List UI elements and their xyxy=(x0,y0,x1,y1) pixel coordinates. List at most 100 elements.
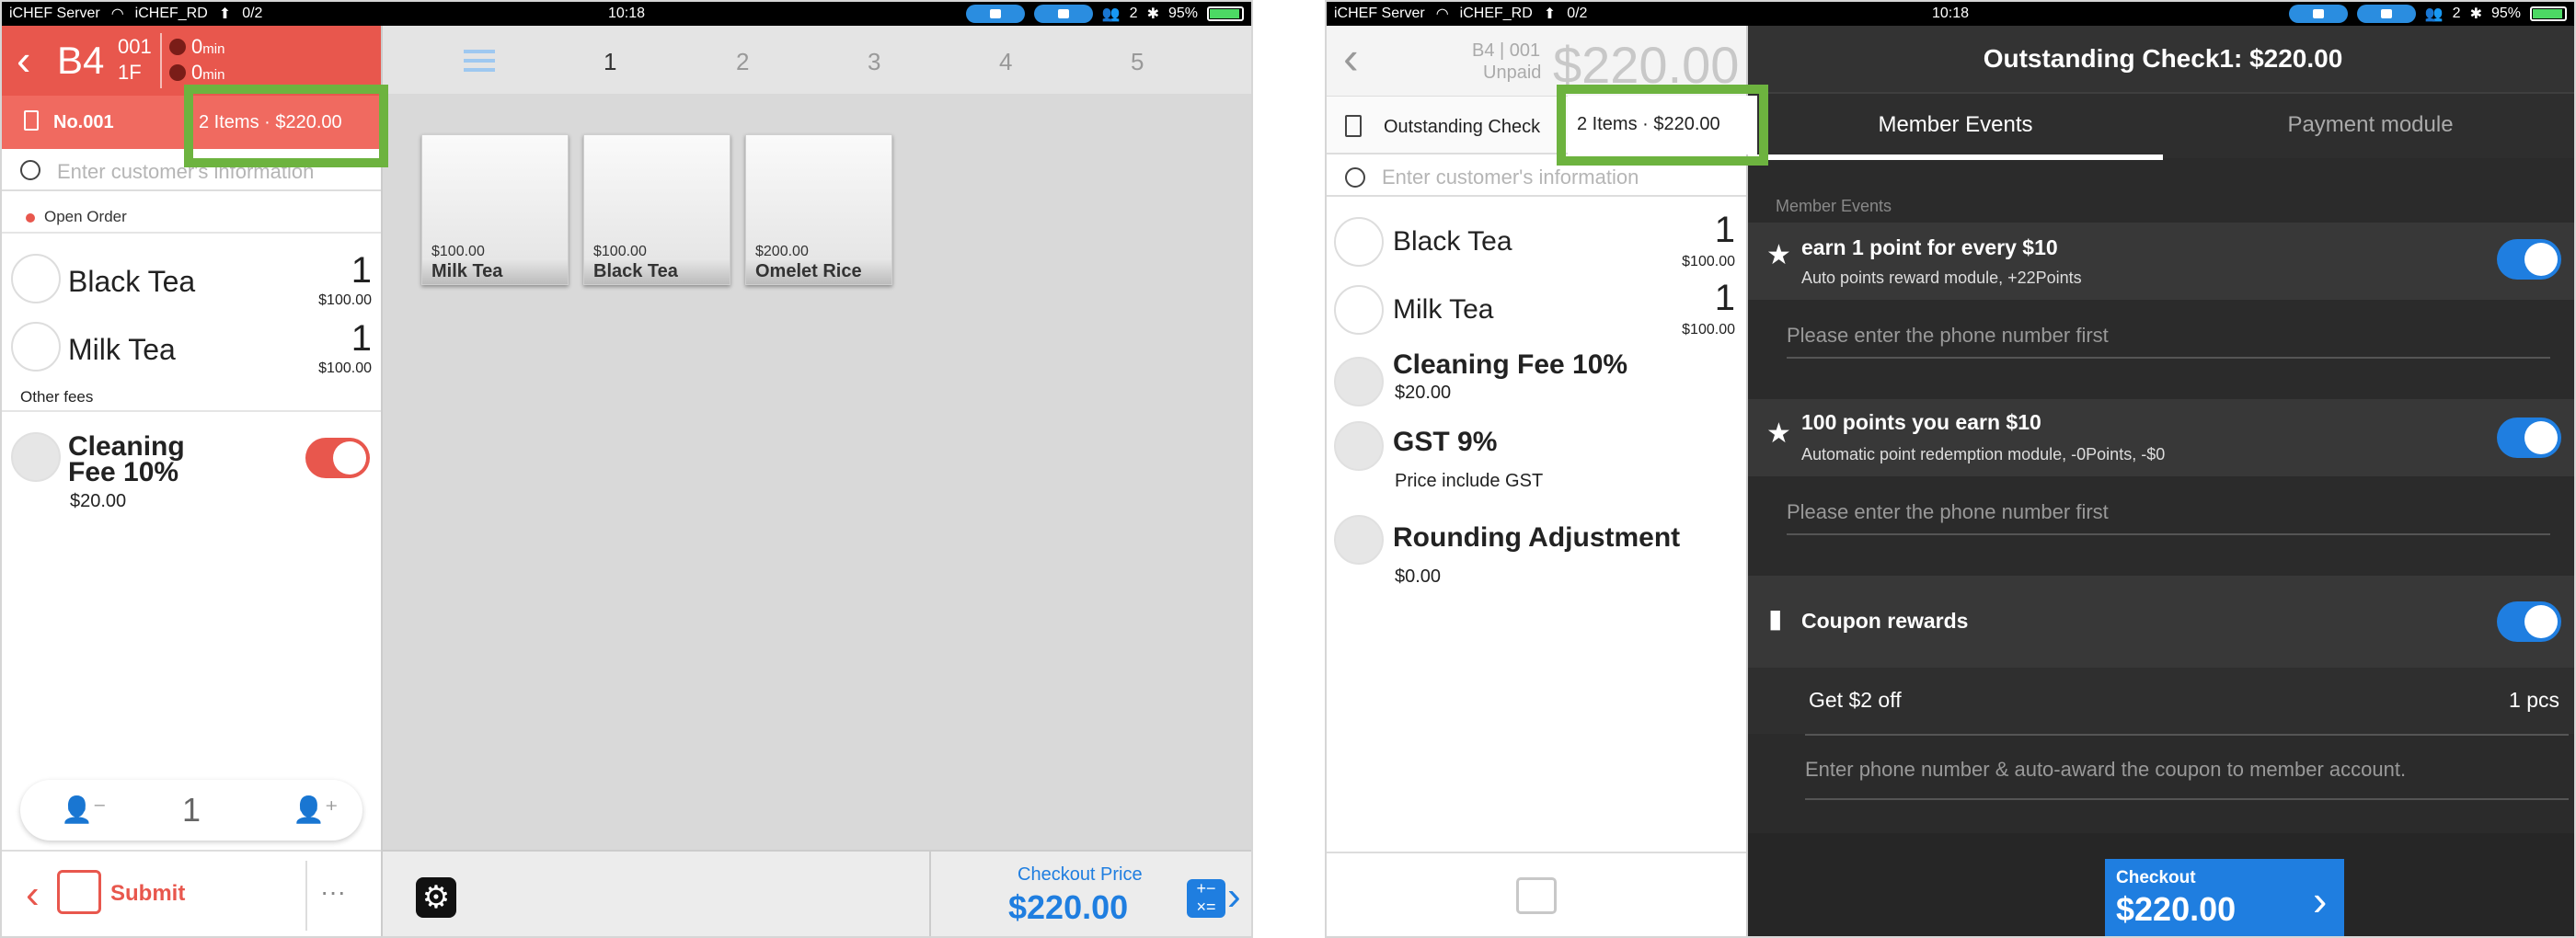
bottom-bar: ⚙ Checkout Price $220.00 +− ×= › xyxy=(383,850,1251,936)
tile-name: Black Tea xyxy=(584,258,730,284)
customer-input[interactable]: Enter customer's information xyxy=(1382,166,1639,189)
event-toggle[interactable] xyxy=(2497,418,2561,458)
page-tab-4[interactable]: 4 xyxy=(999,48,1012,76)
order-status: Open Order xyxy=(44,208,127,225)
bluetooth-icon: ✱ xyxy=(2469,6,2482,22)
fee-checkbox xyxy=(1334,357,1384,406)
fee-name: Rounding Adjustment xyxy=(1393,522,1681,553)
left-screen: iCHEF Server ◠ iCHEF_RD ⬆ 0/2 10:18 👥 2 … xyxy=(0,0,1253,938)
coupon-phone-input[interactable]: Enter phone number & auto-award the coup… xyxy=(1805,758,2406,782)
order-item[interactable]: Milk Tea 1 $100.00 xyxy=(2,315,381,381)
input-underline xyxy=(1805,798,2569,800)
carrier-label: iCHEF Server xyxy=(9,6,100,21)
menu-tile[interactable]: $100.00 Milk Tea xyxy=(421,134,569,285)
status-bar: iCHEF Server ◠ iCHEF_RD ⬆ 0/2 10:18 👥 2 … xyxy=(1327,2,2574,26)
fee-checkbox[interactable] xyxy=(11,432,61,482)
page-tab-5[interactable]: 5 xyxy=(1131,48,1144,76)
event-row: ★ 100 points you earn $10 Automatic poin… xyxy=(1748,399,2574,476)
print-receipt-icon[interactable] xyxy=(1516,877,1557,914)
divider xyxy=(2,410,381,412)
clock: 10:18 xyxy=(1931,6,1970,21)
event-sub: Automatic point redemption module, -0Poi… xyxy=(1801,445,2166,463)
wifi-name: iCHEF_RD xyxy=(1459,6,1533,21)
panel-header: Outstanding Check1: $220.00 xyxy=(1748,26,2574,92)
guest-count: 1 xyxy=(182,791,201,829)
customer-icon xyxy=(1345,167,1365,188)
coupon-item-row: Get $2 off 1 pcs xyxy=(1748,668,2574,734)
timer-2: 0min xyxy=(191,61,225,84)
check-item[interactable]: Milk Tea 1 $100.00 xyxy=(1327,276,1746,342)
checkout-price-button[interactable]: Checkout Price $220.00 +− ×= › xyxy=(931,852,1251,936)
wifi-icon: ◠ xyxy=(110,6,124,22)
counter-label: 0/2 xyxy=(1567,6,1588,21)
table-number: 001 xyxy=(118,35,152,58)
checkout-amount: $220.00 xyxy=(2116,890,2237,928)
settings-gear-icon[interactable]: ⚙ xyxy=(416,877,456,918)
check-item[interactable]: Black Tea 1 $100.00 xyxy=(1327,208,1746,274)
list-view-icon[interactable] xyxy=(464,50,495,72)
item-price: $100.00 xyxy=(318,360,372,376)
submit-label: Submit xyxy=(110,881,186,906)
page-bar: 1 2 3 4 5 xyxy=(383,26,1251,94)
menu-tile[interactable]: $200.00 Omelet Rice xyxy=(745,134,892,285)
order-item[interactable]: Black Tea 1 $100.00 xyxy=(2,246,381,313)
people-icon: 👥 xyxy=(1101,6,1121,22)
fee-row[interactable]: Cleaning Fee 10% $20.00 xyxy=(2,419,381,520)
item-checkbox[interactable] xyxy=(1334,217,1384,267)
tab-payment-module[interactable]: Payment module xyxy=(2163,112,2574,138)
page-tab-2[interactable]: 2 xyxy=(736,48,749,76)
chevron-right-icon: › xyxy=(2313,876,2328,924)
section-label: Member Events xyxy=(1776,197,1892,215)
fee-sub: Price include GST xyxy=(1395,471,1544,491)
add-guest-icon[interactable]: 👤⁺ xyxy=(293,795,339,825)
event-sub: Auto points reward module, +22Points xyxy=(1801,269,2082,287)
item-name: Black Tea xyxy=(68,265,196,298)
people-icon: 👥 xyxy=(2424,6,2444,22)
event-toggle[interactable] xyxy=(2497,239,2561,280)
item-qty: 1 xyxy=(1714,210,1735,250)
battery-icon xyxy=(2530,6,2567,21)
order-number: No.001 xyxy=(53,112,114,132)
coupon-toggle[interactable] xyxy=(2497,601,2561,642)
carrier-label: iCHEF Server xyxy=(1334,6,1425,21)
coupon-gift-icon: ▮ xyxy=(1768,604,1783,633)
page-tab-3[interactable]: 3 xyxy=(868,48,880,76)
coupon-item-name: Get $2 off xyxy=(1809,688,1902,712)
menu-tile[interactable]: $100.00 Black Tea xyxy=(583,134,730,285)
item-checkbox[interactable] xyxy=(1334,285,1384,335)
phone-input[interactable]: Please enter the phone number first xyxy=(1787,500,2109,524)
page-tab-1[interactable]: 1 xyxy=(604,48,616,76)
item-checkbox[interactable] xyxy=(11,254,61,303)
battery-percent: 95% xyxy=(1167,6,1198,21)
more-button[interactable]: ··· xyxy=(320,877,346,907)
tile-name: Omelet Rice xyxy=(746,258,891,284)
panel-title: Outstanding Check1: $220.00 xyxy=(1983,44,2343,73)
back-chevron-icon[interactable]: ‹ xyxy=(1343,31,1359,85)
submit-button[interactable]: ‹ Submit xyxy=(2,852,305,936)
back-chevron-icon[interactable]: ‹ xyxy=(17,35,30,85)
fee-toggle[interactable] xyxy=(305,438,370,478)
fee-row[interactable]: GST 9% Price include GST xyxy=(1327,419,1746,502)
people-count: 2 xyxy=(2452,6,2461,21)
checkout-label: Checkout xyxy=(2116,868,2196,887)
cloud-status-icon xyxy=(2356,5,2416,23)
fee-row[interactable]: Rounding Adjustment $0.00 xyxy=(1327,509,1746,592)
calculator-icon: +− ×= xyxy=(1187,879,1225,918)
open-order-dot-icon xyxy=(26,213,35,223)
item-qty: 1 xyxy=(351,250,372,291)
remove-guest-icon[interactable]: 👤⁻ xyxy=(61,795,107,825)
timer-dot-icon xyxy=(169,64,186,81)
input-underline xyxy=(1787,357,2550,359)
battery-icon xyxy=(1207,6,1244,21)
fee-checkbox xyxy=(1334,515,1384,565)
checkout-button[interactable]: Checkout $220.00 › xyxy=(2105,859,2344,936)
customer-icon xyxy=(20,160,40,180)
fee-row[interactable]: Cleaning Fee 10% $20.00 xyxy=(1327,348,1746,421)
tab-member-events[interactable]: Member Events xyxy=(1748,112,2163,138)
fee-amount: $20.00 xyxy=(70,491,127,511)
fee-name: Cleaning Fee 10% xyxy=(68,431,185,487)
header-divider xyxy=(160,33,162,88)
phone-input[interactable]: Please enter the phone number first xyxy=(1787,324,2109,348)
item-checkbox[interactable] xyxy=(11,322,61,372)
bluetooth-icon: ✱ xyxy=(1146,6,1159,22)
